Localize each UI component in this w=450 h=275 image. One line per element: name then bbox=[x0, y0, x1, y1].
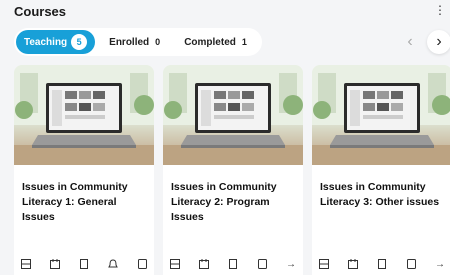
tab-teaching[interactable]: Teaching 5 bbox=[16, 30, 96, 54]
page-icon[interactable] bbox=[403, 257, 419, 271]
tab-enrolled-label: Enrolled bbox=[109, 36, 150, 48]
chevron-right-icon[interactable]: › bbox=[427, 30, 450, 54]
arrow-right-icon[interactable]: → bbox=[283, 257, 299, 271]
tab-enrolled-count: 0 bbox=[155, 37, 161, 47]
calendar-icon[interactable] bbox=[345, 257, 361, 271]
document-icon[interactable] bbox=[225, 257, 241, 271]
kebab-icon[interactable]: ⋮ bbox=[434, 4, 446, 16]
page-title: Courses bbox=[14, 4, 67, 19]
laptop-on-desk-image bbox=[312, 65, 450, 165]
tab-completed-label: Completed bbox=[184, 36, 236, 48]
document-icon[interactable] bbox=[76, 257, 92, 271]
page-icon[interactable] bbox=[254, 257, 270, 271]
tab-teaching-count: 5 bbox=[71, 34, 88, 50]
tab-teaching-label: Teaching bbox=[24, 36, 68, 48]
chevron-left-icon[interactable]: ‹ bbox=[398, 30, 422, 54]
tab-enrolled[interactable]: Enrolled 0 bbox=[99, 30, 170, 54]
course-title[interactable]: Issues in Community Literacy 1: General … bbox=[22, 180, 147, 225]
course-actions bbox=[18, 257, 150, 271]
bell-icon[interactable] bbox=[105, 257, 121, 271]
laptop-on-desk-image bbox=[163, 65, 303, 165]
course-title[interactable]: Issues in Community Literacy 3: Other is… bbox=[320, 180, 445, 210]
tab-completed-count: 1 bbox=[241, 37, 247, 47]
tab-completed[interactable]: Completed 1 bbox=[174, 30, 257, 54]
arrow-right-icon[interactable]: → bbox=[432, 257, 448, 271]
grid-icon[interactable] bbox=[18, 257, 34, 271]
course-actions: → bbox=[167, 257, 299, 271]
grid-icon[interactable] bbox=[167, 257, 183, 271]
grid-icon[interactable] bbox=[316, 257, 332, 271]
document-icon[interactable] bbox=[374, 257, 390, 271]
page-icon[interactable] bbox=[134, 257, 150, 271]
laptop-on-desk-image bbox=[14, 65, 154, 165]
course-card[interactable]: Issues in Community Literacy 3: Other is… bbox=[312, 65, 450, 275]
course-title[interactable]: Issues in Community Literacy 2: Program … bbox=[171, 180, 296, 225]
course-tabs: Teaching 5 Enrolled 0 Completed 1 bbox=[14, 28, 262, 56]
calendar-icon[interactable] bbox=[47, 257, 63, 271]
course-card[interactable]: Issues in Community Literacy 1: General … bbox=[14, 65, 154, 275]
course-card[interactable]: Issues in Community Literacy 2: Program … bbox=[163, 65, 303, 275]
course-actions: → bbox=[316, 257, 448, 271]
calendar-icon[interactable] bbox=[196, 257, 212, 271]
